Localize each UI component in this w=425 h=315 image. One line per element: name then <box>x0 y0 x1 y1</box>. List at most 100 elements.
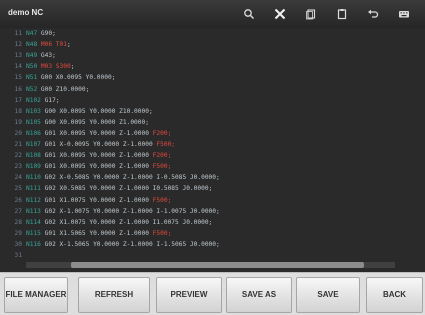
code-line[interactable]: 25 N111 G02 X0.5085 Y0.0000 Z-1.0000 I0.5… <box>0 185 213 193</box>
code-token: G01 X0.0095 Y0.0000 Z-1.0000 <box>44 152 153 160</box>
code-token: N108 <box>26 152 45 160</box>
code-line[interactable]: 20 N106 G01 X0.0095 Y0.0000 Z-1.0000 F200… <box>0 129 172 138</box>
code-line[interactable]: 19 N105 G00 X0.0095 Y0.0000 Z1.0000; <box>0 119 149 127</box>
code-line[interactable]: 26 N112 G01 X1.0075 Y0.0000 Z-1.0000 F500… <box>0 196 172 205</box>
code-token: G02 X-1.0075 Y0.0000 Z-1.0000 I-1.0075 J… <box>44 207 220 215</box>
line-number: 21 <box>14 141 22 148</box>
line-number: 22 <box>14 152 22 160</box>
line-number: 31 <box>14 252 22 259</box>
code-token: G01 X1.5065 Y0.0000 Z-1.0000 <box>44 229 153 237</box>
code-token: G01 X-0.0095 Y0.0000 Z-1.0000 <box>44 141 157 148</box>
line-number: 25 <box>14 185 22 193</box>
line-number: 11 <box>14 30 22 37</box>
code-line[interactable]: 29 N115 G01 X1.5065 Y0.0000 Z-1.0000 F500… <box>0 229 172 238</box>
line-number: 23 <box>14 163 22 171</box>
code-line[interactable]: 18 N103 G00 X0.0095 Y0.0000 Z10.0000; <box>0 108 153 116</box>
code-token: N116 <box>26 240 45 248</box>
code-token: G00 X0.0095 Y0.0000; <box>40 74 116 82</box>
line-number: 17 <box>14 96 22 104</box>
code-token: N49 <box>26 52 41 60</box>
code-token: G01 X1.0075 Y0.0000 Z-1.0000 <box>44 196 153 204</box>
code-token: F500; <box>152 163 172 171</box>
code-token: G90; <box>40 30 56 37</box>
refresh-button[interactable]: REFRESH <box>78 277 150 313</box>
file-manager-button[interactable]: FILE MANAGER <box>4 277 68 313</box>
code-token: G01 X0.0095 Y0.0000 Z-1.0000 <box>44 163 153 171</box>
code-line[interactable]: 24 N110 G02 X-0.5085 Y0.0000 Z-1.0000 I-0… <box>0 174 220 182</box>
nc-editor-screen: demo NC 11 N47 G90; 12 N48 M06 T01; 13 N49 G4… <box>0 0 425 315</box>
code-token: N103 <box>26 107 45 115</box>
line-number: 16 <box>14 85 22 93</box>
line-number: 20 <box>14 129 22 137</box>
code-line[interactable]: 21 N107 G01 X-0.0095 Y0.0000 Z-1.0000 F50… <box>0 141 176 149</box>
code-line[interactable]: 28 N114 G02 X1.0075 Y0.0000 Z-1.0000 I1.0… <box>0 218 213 227</box>
code-token: M03 S300 <box>40 63 71 71</box>
code-editor[interactable]: 11 N47 G90; 12 N48 M06 T01; 13 N49 G43; 14 N50 … <box>0 28 425 272</box>
code-token: F500; <box>156 141 176 148</box>
close-icon[interactable] <box>264 4 295 24</box>
code-token: N110 <box>26 174 45 182</box>
code-token: N109 <box>26 163 45 171</box>
search-icon[interactable] <box>233 4 264 24</box>
code-token: G43; <box>40 52 56 60</box>
code-token: N52 <box>26 85 41 93</box>
code-line[interactable]: 30 N116 G02 X-1.5065 Y0.0000 Z-1.0000 I-1… <box>0 241 220 249</box>
code-token: G02 X0.5085 Y0.0000 Z-1.0000 I0.5085 J0.… <box>44 185 213 193</box>
code-line[interactable]: 12 N48 M06 T01; <box>0 41 71 49</box>
title-bar: demo NC <box>0 0 425 28</box>
line-number: 12 <box>14 41 22 49</box>
code-token: G00 X0.0095 Y0.0000 Z10.0000; <box>44 107 153 115</box>
line-number: 28 <box>14 218 22 226</box>
code-token: G00 X0.0095 Y0.0000 Z1.0000; <box>44 118 149 126</box>
code-token: N102 <box>26 96 45 104</box>
code-line[interactable]: 14 N50 M03 S300; <box>0 63 75 71</box>
back-button[interactable]: BACK <box>366 277 423 313</box>
line-number: 18 <box>14 107 22 115</box>
line-number: 29 <box>14 229 22 237</box>
line-number: 26 <box>14 196 22 204</box>
undo-icon[interactable] <box>357 4 388 24</box>
code-token: F500; <box>152 229 172 237</box>
copy-icon[interactable] <box>295 4 326 24</box>
preview-button[interactable]: PREVIEW <box>156 277 222 313</box>
code-token: N113 <box>26 207 45 215</box>
save-as-button[interactable]: SAVE AS <box>226 277 292 313</box>
code-line[interactable]: 31 <box>0 252 26 260</box>
toolbar <box>233 4 419 24</box>
code-line[interactable]: 23 N109 G01 X0.0095 Y0.0000 Z-1.0000 F500… <box>0 163 172 171</box>
code-token: N107 <box>26 141 45 148</box>
line-number: 13 <box>14 52 22 60</box>
window-title: demo NC <box>8 8 44 17</box>
code-token: G02 X-0.5085 Y0.0000 Z-1.0000 I-0.5085 J… <box>44 174 220 182</box>
line-number: 19 <box>14 118 22 126</box>
line-number: 24 <box>14 174 22 182</box>
scrollbar-thumb[interactable] <box>71 262 364 268</box>
line-number: 15 <box>14 74 22 82</box>
code-token: N106 <box>26 129 45 137</box>
code-token: G02 X-1.5065 Y0.0000 Z-1.0000 I-1.5065 J… <box>44 240 220 248</box>
keyboard-icon[interactable] <box>388 4 419 24</box>
code-line[interactable]: 15 N51 G00 X0.0095 Y0.0000; <box>0 74 116 82</box>
code-token: F200; <box>152 129 172 137</box>
code-line[interactable]: 17 N102 G17; <box>0 97 60 105</box>
code-token: N105 <box>26 118 45 126</box>
line-number: 27 <box>14 207 22 215</box>
code-token: N112 <box>26 196 45 204</box>
code-token: G00 Z10.0000; <box>40 85 90 93</box>
code-token: G17; <box>44 96 60 104</box>
code-line[interactable]: 13 N49 G43; <box>0 52 56 60</box>
code-line[interactable]: 27 N113 G02 X-1.0075 Y0.0000 Z-1.0000 I-1… <box>0 208 220 216</box>
paste-icon[interactable] <box>326 4 357 24</box>
save-button[interactable]: SAVE <box>296 277 360 313</box>
code-token: N50 <box>26 63 41 71</box>
code-line[interactable]: 16 N52 G00 Z10.0000; <box>0 85 90 94</box>
code-token: ; <box>66 41 71 49</box>
code-token: G01 X0.0095 Y0.0000 Z-1.0000 <box>44 129 153 137</box>
code-token: N115 <box>26 229 45 237</box>
code-token: N51 <box>26 74 41 82</box>
code-token: N111 <box>26 185 45 193</box>
code-line[interactable]: 11 N47 G90; <box>0 30 56 38</box>
horizontal-scrollbar[interactable] <box>26 262 395 268</box>
code-token: N47 <box>26 30 41 37</box>
code-line[interactable]: 22 N108 G01 X0.0095 Y0.0000 Z-1.0000 F200… <box>0 152 172 160</box>
